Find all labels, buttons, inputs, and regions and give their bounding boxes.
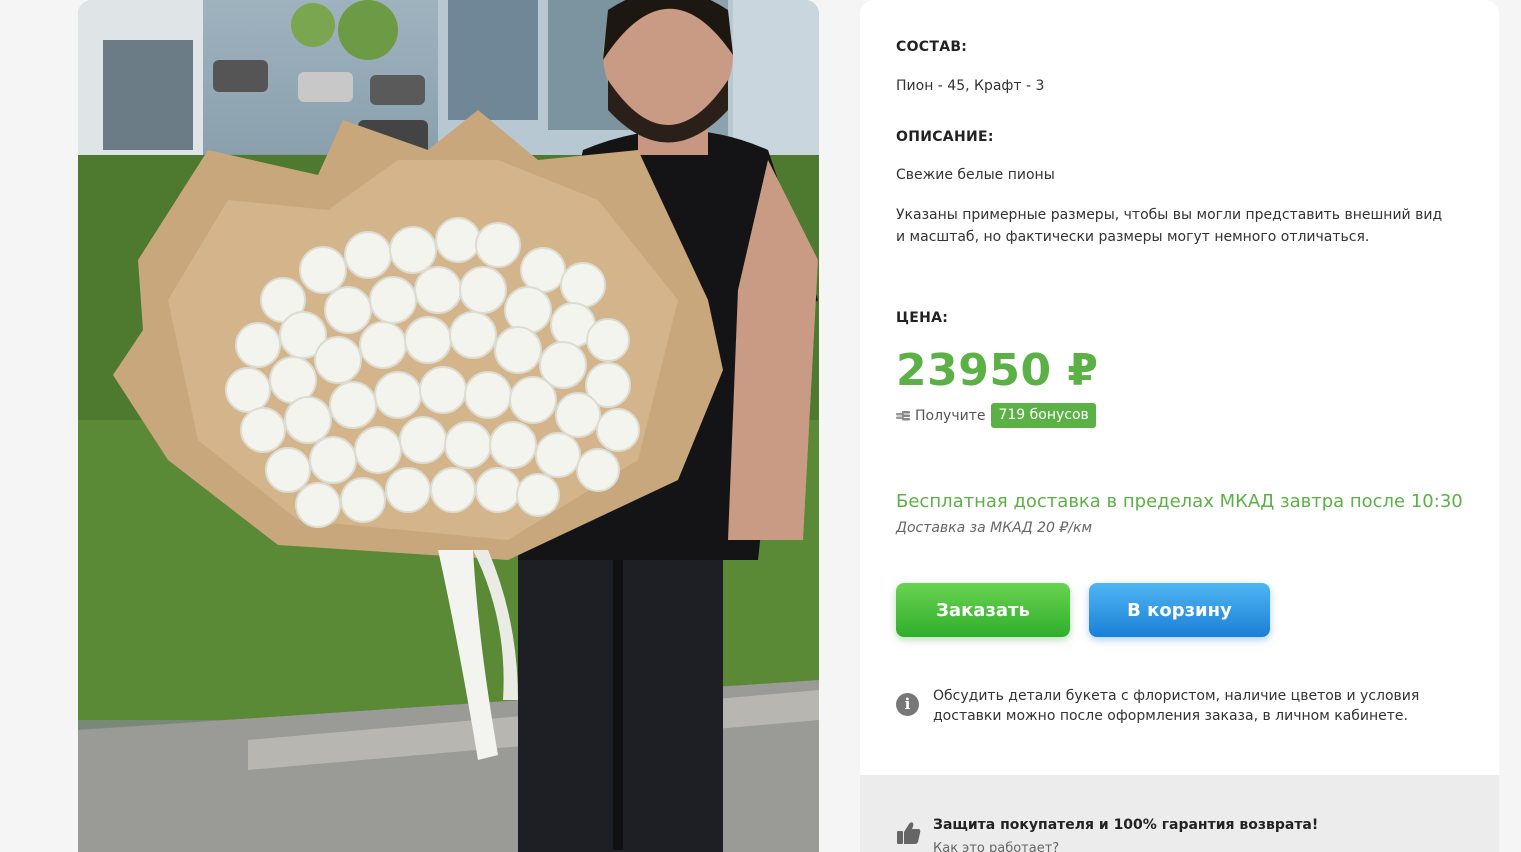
delivery-outside-mkad: Доставка за МКАД 20 ₽/км xyxy=(896,520,1093,536)
florist-info: i Обсудить детали букета с флористом, на… xyxy=(896,686,1453,726)
florist-info-line1: Обсудить детали букета с флористом, нали… xyxy=(933,688,1420,704)
price-label: ЦЕНА: xyxy=(896,310,949,326)
bonus-prefix: Получите xyxy=(915,407,986,424)
delivery-info: Бесплатная доставка в пределах МКАД завт… xyxy=(896,491,1463,512)
product-photo[interactable] xyxy=(78,0,819,852)
coins-icon xyxy=(896,410,910,420)
thumbs-up-icon xyxy=(897,822,921,844)
info-icon: i xyxy=(896,693,919,716)
buyer-protection-section: Защита покупателя и 100% гарантия возвра… xyxy=(860,775,1499,852)
size-note-line1: Указаны примерные размеры, чтобы вы могл… xyxy=(896,207,1443,223)
product-info-card: СОСТАВ: Пион - 45, Крафт - 3 ОПИСАНИЕ: С… xyxy=(860,0,1499,775)
order-button[interactable]: Заказать xyxy=(896,583,1070,637)
product-page: СОСТАВ: Пион - 45, Крафт - 3 ОПИСАНИЕ: С… xyxy=(0,0,1521,852)
size-note-line2: и масштаб, но фактически размеры могут н… xyxy=(896,229,1370,245)
bouquet-photo-illustration xyxy=(78,0,819,852)
florist-info-text: Обсудить детали букета с флористом, нали… xyxy=(933,686,1453,726)
composition-value: Пион - 45, Крафт - 3 xyxy=(896,78,1045,94)
composition-label: СОСТАВ: xyxy=(896,39,968,55)
add-to-cart-button[interactable]: В корзину xyxy=(1089,583,1270,637)
bonus-badge: 719 бонусов xyxy=(991,403,1096,428)
how-it-works-link[interactable]: Как это работает? xyxy=(933,841,1059,852)
florist-info-line2: доставки можно после оформления заказа, … xyxy=(933,708,1408,724)
price-value: 23950 ₽ xyxy=(896,345,1099,396)
buyer-protection-title: Защита покупателя и 100% гарантия возвра… xyxy=(933,817,1319,833)
description-value: Свежие белые пионы xyxy=(896,167,1055,183)
bonus-row: Получите 719 бонусов xyxy=(896,403,1096,428)
description-label: ОПИСАНИЕ: xyxy=(896,129,994,145)
